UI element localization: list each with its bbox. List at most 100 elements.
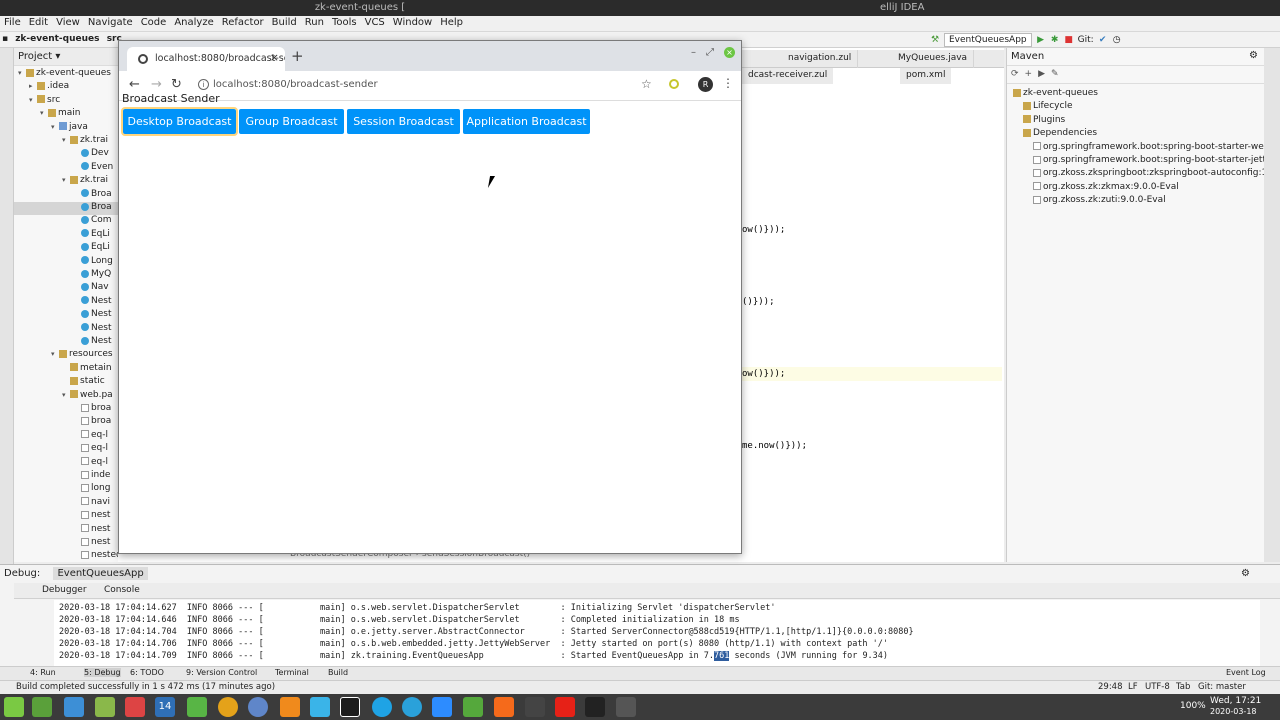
maven-tree-item[interactable]: org.zkoss.zkspringboot:zkspringboot-auto… <box>1033 168 1280 178</box>
app-icon[interactable] <box>64 697 84 717</box>
cursor-position[interactable]: 29:48 <box>1098 682 1123 692</box>
run-icon[interactable]: ▶ <box>1038 69 1051 79</box>
debug-session-tab[interactable]: EventQueuesApp <box>53 567 148 580</box>
git-update-icon[interactable]: ✔ <box>1098 35 1108 45</box>
tree-item[interactable]: eq-l <box>14 430 118 443</box>
menu-window[interactable]: Window <box>389 16 436 29</box>
chrome-icon[interactable] <box>218 697 238 717</box>
more-menu-icon[interactable]: ⋮ <box>722 76 734 90</box>
menu-tools[interactable]: Tools <box>328 16 361 29</box>
tab-myqueues-java[interactable]: MyQueues.java <box>892 50 975 68</box>
browser-tab[interactable]: localhost:8080/broadcast-sen × <box>127 47 285 71</box>
bookmark-star-icon[interactable]: ☆ <box>641 77 652 91</box>
tree-item[interactable]: nest <box>14 537 118 550</box>
tree-item[interactable]: ▸ .idea <box>14 81 118 94</box>
maven-tree-item[interactable]: org.springframework.boot:spring-boot-sta… <box>1033 155 1279 165</box>
tree-item[interactable]: broa <box>14 403 118 416</box>
tree-item[interactable]: ▾ java <box>14 122 118 135</box>
tree-item[interactable]: metain <box>14 363 118 376</box>
tab-console[interactable]: Console <box>104 585 140 595</box>
tree-item[interactable]: ▾ src <box>14 95 118 108</box>
calendar-icon[interactable]: 14 <box>155 697 175 717</box>
chevron-down-icon[interactable]: ▾ <box>62 136 70 144</box>
application-broadcast-button[interactable]: Application Broadcast <box>463 109 590 134</box>
tree-item[interactable]: ▾ resources <box>14 349 118 362</box>
chevron-down-icon[interactable]: ▾ <box>62 391 70 399</box>
tree-item[interactable]: Dev <box>14 148 118 161</box>
tree-item[interactable]: Broa <box>14 202 118 215</box>
wrench-icon[interactable]: ✎ <box>1051 69 1065 79</box>
back-icon[interactable]: ← <box>129 77 140 92</box>
tree-item[interactable]: nested-view-models-inner.zul <box>14 550 118 562</box>
extension-icon[interactable] <box>669 79 679 89</box>
chevron-down-icon[interactable]: ▾ <box>40 109 48 117</box>
tree-item[interactable]: MyQ <box>14 269 118 282</box>
tree-item[interactable]: EqLi <box>14 242 118 255</box>
tab-build[interactable]: Build <box>328 668 348 677</box>
files-icon[interactable] <box>95 697 115 717</box>
soundcloud-icon[interactable] <box>494 697 514 717</box>
chevron-down-icon[interactable]: ▾ <box>29 96 37 104</box>
chevron-down-icon[interactable]: ▾ <box>18 69 26 77</box>
tree-item[interactable]: ▾ zk.trai <box>14 135 118 148</box>
new-tab-button[interactable]: + <box>291 47 304 65</box>
tree-item[interactable]: Nest <box>14 309 118 322</box>
menu-refactor[interactable]: Refactor <box>218 16 268 29</box>
line-separator[interactable]: LF <box>1128 682 1138 692</box>
chevron-down-icon[interactable]: ▾ <box>51 123 59 131</box>
menu-analyze[interactable]: Analyze <box>170 16 217 29</box>
show-desktop-icon[interactable] <box>32 697 52 717</box>
code-line[interactable]: ow()})); <box>742 225 785 235</box>
app-icon[interactable] <box>616 697 636 717</box>
tree-item[interactable]: broa <box>14 416 118 429</box>
breadcrumb-item[interactable]: zk-event-queues <box>13 32 101 46</box>
info-icon[interactable]: i <box>198 79 209 90</box>
tree-item[interactable]: inde <box>14 470 118 483</box>
code-line[interactable]: me.now()})); <box>742 441 807 451</box>
maximize-icon[interactable]: ⤢ <box>706 47 714 58</box>
zoom-icon[interactable] <box>432 697 452 717</box>
forward-icon[interactable]: → <box>151 77 162 92</box>
tab-terminal[interactable]: Terminal <box>275 668 309 677</box>
tree-item[interactable]: eq-l <box>14 443 118 456</box>
close-window-icon[interactable]: × <box>724 47 735 58</box>
terminal-icon[interactable] <box>585 697 605 717</box>
tree-item[interactable]: Nest <box>14 296 118 309</box>
session-broadcast-button[interactable]: Session Broadcast <box>347 109 460 134</box>
tree-item[interactable]: Broa <box>14 189 118 202</box>
app-icon[interactable] <box>463 697 483 717</box>
address-bar[interactable]: i localhost:8080/broadcast-sender <box>193 75 661 97</box>
git-branch[interactable]: Git: master <box>1198 682 1246 692</box>
tree-item[interactable]: Nest <box>14 336 118 349</box>
app-icon[interactable] <box>310 697 330 717</box>
menu-icon[interactable] <box>4 697 24 717</box>
app-icon[interactable] <box>280 697 300 717</box>
tree-item[interactable]: ▾ zk-event-queues <box>14 68 118 81</box>
tree-item[interactable]: long <box>14 483 118 496</box>
menu-help[interactable]: Help <box>436 16 467 29</box>
desktop-broadcast-button[interactable]: Desktop Broadcast <box>121 107 238 136</box>
menu-view[interactable]: View <box>52 16 84 29</box>
music-icon[interactable] <box>525 697 545 717</box>
menu-vcs[interactable]: VCS <box>361 16 389 29</box>
chevron-down-icon[interactable]: ▾ <box>62 176 70 184</box>
clock-date[interactable]: 2020-03-18 <box>1210 707 1257 716</box>
debug-icon[interactable]: ✱ <box>1050 35 1060 45</box>
tab-broadcast-receiver-zul[interactable]: dcast-receiver.zul <box>742 68 834 84</box>
menu-edit[interactable]: Edit <box>25 16 52 29</box>
gear-icon[interactable]: ⚙ <box>1249 50 1258 61</box>
avatar[interactable]: R <box>698 77 713 92</box>
run-config-select[interactable]: EventQueuesApp <box>944 33 1032 47</box>
intellij-icon[interactable] <box>340 697 360 717</box>
close-tab-icon[interactable]: × <box>270 51 279 64</box>
tree-item[interactable]: ▾ web.pa <box>14 390 118 403</box>
tab-navigation-zul[interactable]: navigation.zul <box>782 50 859 68</box>
tree-item[interactable]: navi <box>14 497 118 510</box>
tab-debug[interactable]: 5: Debug <box>84 668 121 677</box>
menu-code[interactable]: Code <box>137 16 171 29</box>
tree-item[interactable]: EqLi <box>14 229 118 242</box>
tab-version-control[interactable]: 9: Version Control <box>186 668 257 677</box>
maven-tree-item[interactable]: Lifecycle <box>1023 101 1072 111</box>
refresh-icon[interactable]: ⟳ <box>1011 69 1025 79</box>
tree-item[interactable]: ▾ zk.trai <box>14 175 118 188</box>
